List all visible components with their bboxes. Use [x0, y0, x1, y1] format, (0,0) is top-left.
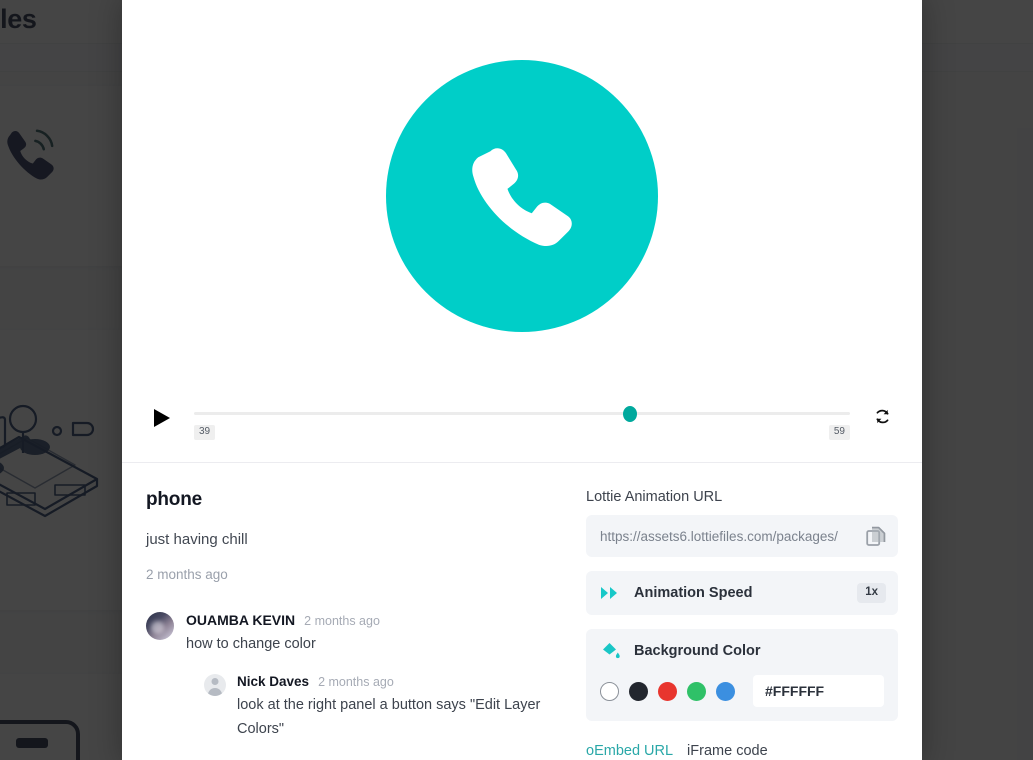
color-swatch-blue[interactable] — [716, 681, 735, 701]
comment-timestamp: 2 months ago — [304, 614, 380, 628]
color-swatch-red[interactable] — [658, 681, 677, 701]
details-column: phone just having chill 2 months ago OUA… — [146, 489, 566, 760]
comment-content: OUAMBA KEVIN 2 months ago how to change … — [186, 612, 566, 656]
comment-header: OUAMBA KEVIN 2 months ago — [186, 612, 566, 628]
animation-detail-modal: 39 59 phone just having chill 2 months a… — [122, 0, 922, 760]
seek-bar-wrapper: 39 59 — [194, 390, 850, 440]
animation-speed-row[interactable]: Animation Speed 1x — [586, 571, 898, 615]
play-icon — [154, 409, 170, 427]
animation-player-stage[interactable] — [122, 0, 922, 390]
paint-bucket-icon — [600, 641, 622, 661]
color-swatch-green[interactable] — [687, 681, 706, 701]
loop-icon — [875, 409, 889, 423]
phone-call-animation — [386, 60, 658, 332]
play-button[interactable] — [144, 400, 180, 436]
tab-iframe-code[interactable]: iFrame code — [687, 743, 768, 760]
loop-button[interactable] — [864, 398, 900, 434]
tab-oembed-url[interactable]: oEmbed URL — [586, 743, 673, 760]
color-swatch-black[interactable] — [629, 681, 648, 701]
page-root: ttieFiles — [0, 0, 1033, 760]
modal-body: phone just having chill 2 months ago OUA… — [122, 463, 922, 760]
seek-end-frame: 59 — [828, 425, 850, 440]
avatar[interactable] — [146, 612, 174, 640]
seek-thumb[interactable] — [623, 405, 638, 422]
background-color-header: Background Color — [600, 641, 884, 661]
comment-author[interactable]: OUAMBA KEVIN — [186, 612, 295, 628]
player-controls: 39 59 — [122, 390, 922, 462]
fast-forward-icon — [600, 586, 622, 600]
lottie-url-field[interactable]: https://assets6.lottiefiles.com/packages… — [586, 515, 898, 557]
lottie-url-label: Lottie Animation URL — [586, 489, 723, 505]
comment-text: look at the right panel a button says "E… — [237, 697, 541, 737]
copy-url-button[interactable] — [866, 526, 886, 547]
color-swatch-white[interactable] — [600, 681, 619, 701]
comment-header: Nick Daves 2 months ago — [237, 674, 566, 689]
phone-handset-icon — [472, 148, 572, 247]
avatar[interactable] — [204, 674, 226, 697]
comment-text: how to change color — [186, 636, 316, 652]
color-swatches — [600, 675, 884, 707]
embed-tabs: oEmbed URL iFrame code — [586, 743, 898, 760]
seek-start-frame: 39 — [194, 425, 216, 440]
comments-list: OUAMBA KEVIN 2 months ago how to change … — [146, 612, 566, 741]
asset-title: phone — [146, 489, 202, 510]
options-column: Lottie Animation URL https://assets6.lot… — [586, 489, 898, 760]
copy-icon — [866, 526, 886, 546]
comment-item: OUAMBA KEVIN 2 months ago how to change … — [146, 612, 566, 656]
background-color-panel: Background Color — [586, 629, 898, 721]
seek-labels: 39 59 — [194, 425, 850, 440]
animation-speed-value[interactable]: 1x — [857, 583, 886, 603]
comment-timestamp: 2 months ago — [318, 675, 394, 690]
comment-item: Nick Daves 2 months ago look at the righ… — [204, 674, 566, 741]
comment-content: Nick Daves 2 months ago look at the righ… — [237, 674, 566, 741]
asset-timestamp: 2 months ago — [146, 567, 228, 582]
background-color-label: Background Color — [634, 643, 761, 659]
seek-track[interactable] — [194, 405, 850, 422]
asset-description: just having chill — [146, 531, 248, 548]
lottie-url-value: https://assets6.lottiefiles.com/packages… — [600, 528, 838, 544]
comment-author[interactable]: Nick Daves — [237, 674, 309, 689]
background-hex-input[interactable] — [753, 675, 884, 707]
animation-speed-label: Animation Speed — [634, 585, 753, 601]
